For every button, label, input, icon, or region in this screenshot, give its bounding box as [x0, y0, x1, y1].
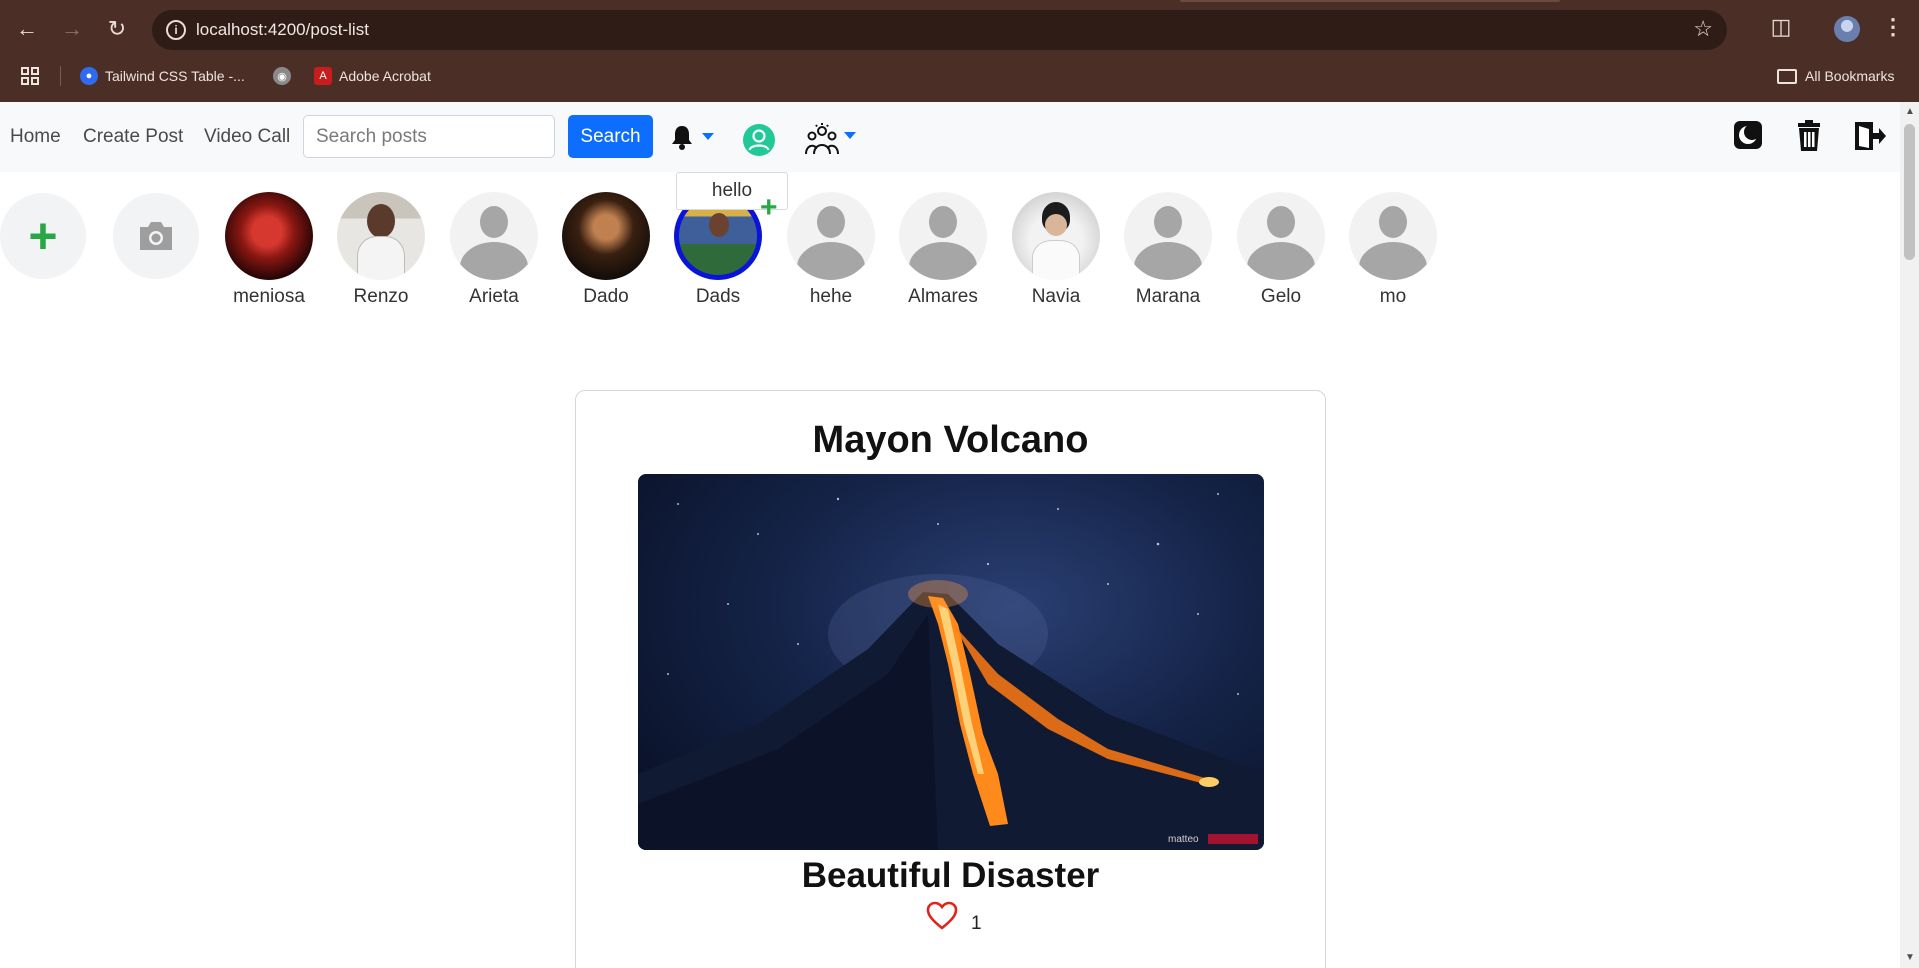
story-item[interactable]: Renzo: [333, 192, 429, 308]
page-scrollbar[interactable]: ▲ ▼: [1900, 102, 1919, 968]
story-item[interactable]: Marana: [1120, 192, 1216, 308]
groups-dropdown[interactable]: [804, 122, 860, 158]
heart-icon: [926, 901, 958, 930]
user-profile-icon[interactable]: [743, 124, 775, 156]
story-name: mo: [1379, 286, 1407, 307]
avatar: [899, 192, 987, 280]
plus-icon: +: [28, 208, 58, 264]
chevron-down-icon: [702, 133, 714, 140]
browser-menu-icon[interactable]: ⋮: [1882, 14, 1904, 40]
avatar: [450, 192, 538, 280]
address-bar[interactable]: i localhost:4200/post-list ☆: [152, 10, 1727, 50]
globe-icon: ◉: [273, 67, 291, 85]
story-name: Renzo: [353, 286, 409, 307]
logout-button[interactable]: [1853, 120, 1887, 154]
story-name: hehe: [809, 286, 853, 307]
delete-button[interactable]: [1794, 120, 1828, 154]
story-name: Almares: [908, 286, 978, 307]
avatar: [1237, 192, 1325, 280]
profile-avatar[interactable]: [1834, 16, 1860, 42]
story-name: Dado: [583, 286, 629, 307]
site-info-icon[interactable]: i: [166, 20, 186, 40]
scroll-down-icon[interactable]: ▼: [1905, 952, 1915, 963]
nav-video-call-link[interactable]: Video Call: [204, 126, 290, 148]
camera-story-button[interactable]: [113, 193, 199, 279]
story-item[interactable]: mo: [1345, 192, 1441, 308]
folder-icon: [1777, 68, 1797, 84]
avatar: [562, 192, 650, 280]
all-bookmarks[interactable]: All Bookmarks: [1777, 64, 1894, 88]
avatar: [1012, 192, 1100, 280]
scroll-up-icon[interactable]: ▲: [1905, 106, 1915, 117]
story-name: Marana: [1135, 286, 1201, 307]
avatar: [1349, 192, 1437, 280]
moon-icon: [1734, 121, 1762, 149]
apps-grid-icon[interactable]: [20, 64, 42, 88]
avatar: [225, 192, 313, 280]
add-story-button[interactable]: +: [0, 193, 86, 279]
chevron-down-icon: [844, 132, 856, 139]
bell-icon: [672, 126, 692, 150]
bookmark-globe[interactable]: ◉: [273, 64, 298, 88]
bookmark-label: Tailwind CSS Table -...: [105, 68, 245, 84]
bookmark-separator: [60, 66, 61, 86]
nav-home-link[interactable]: Home: [10, 126, 61, 148]
bookmark-label: Adobe Acrobat: [339, 68, 431, 84]
story-item[interactable]: Almares: [895, 192, 991, 308]
avatar: [787, 192, 875, 280]
story-item[interactable]: Arieta: [446, 192, 542, 308]
story-item[interactable]: Gelo: [1233, 192, 1329, 308]
tab-strip-edge: [1180, 0, 1560, 2]
acrobat-icon: A: [314, 67, 332, 85]
trash-icon: [1798, 120, 1820, 151]
volcano-image: matteo: [638, 493, 1264, 850]
camera-icon: [140, 222, 172, 250]
scrollbar-thumb[interactable]: [1904, 124, 1915, 260]
logout-icon: [1855, 122, 1886, 150]
back-button[interactable]: ←: [12, 14, 42, 44]
add-to-story-icon[interactable]: +: [760, 193, 778, 223]
avatar: [337, 192, 425, 280]
story-item[interactable]: Navia: [1008, 192, 1104, 308]
url-text[interactable]: localhost:4200/post-list: [196, 20, 369, 40]
post-card: Mayon Volcano matteo Beautiful Disaster: [575, 390, 1326, 968]
browser-chrome: ← → ↻ i localhost:4200/post-list ☆ ◫ ⋮ ●…: [0, 0, 1919, 102]
story-name: Dads: [695, 286, 741, 307]
nav-create-post-link[interactable]: Create Post: [83, 126, 183, 148]
like-button[interactable]: [926, 901, 958, 931]
story-name: Arieta: [469, 286, 519, 307]
avatar: [1124, 192, 1212, 280]
post-title: Mayon Volcano: [812, 419, 1089, 461]
bookmark-star-icon[interactable]: ☆: [1693, 16, 1713, 42]
story-item[interactable]: meniosa: [221, 192, 317, 308]
group-people-icon: [805, 123, 839, 155]
dark-mode-toggle[interactable]: [1733, 120, 1767, 154]
like-count: 1: [971, 913, 982, 934]
search-input[interactable]: [303, 115, 555, 158]
forward-button[interactable]: →: [57, 14, 87, 44]
post-subtitle: Beautiful Disaster: [801, 856, 1100, 895]
reload-button[interactable]: ↻: [102, 14, 132, 44]
story-item[interactable]: hehe: [783, 192, 879, 308]
story-name: Gelo: [1260, 286, 1302, 307]
story-name: meniosa: [233, 286, 305, 307]
tailwind-icon: ●: [80, 67, 98, 85]
app-navbar: Home Create Post Video Call Search: [0, 102, 1900, 172]
bookmark-tailwind[interactable]: ● Tailwind CSS Table -...: [80, 64, 245, 88]
post-image[interactable]: matteo: [638, 474, 1264, 850]
story-name: Navia: [1031, 286, 1081, 307]
story-item[interactable]: Dado: [558, 192, 654, 308]
all-bookmarks-label: All Bookmarks: [1805, 68, 1895, 84]
notifications-dropdown[interactable]: [670, 124, 714, 152]
image-watermark: matteo: [1168, 834, 1199, 845]
search-button[interactable]: Search: [568, 115, 653, 158]
bookmark-adobe-acrobat[interactable]: A Adobe Acrobat: [314, 64, 431, 88]
extensions-icon[interactable]: ◫: [1768, 14, 1794, 40]
